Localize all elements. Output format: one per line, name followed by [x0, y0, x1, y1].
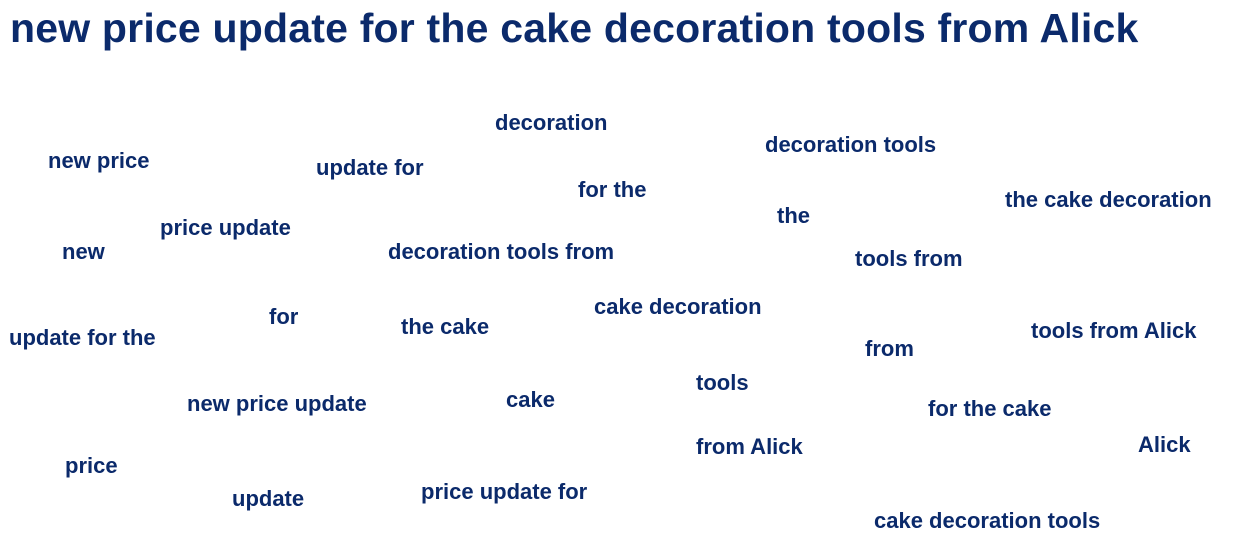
phrase-label: for the: [578, 177, 647, 202]
phrase-label: tools from Alick: [1031, 318, 1197, 343]
phrase-label: decoration tools: [765, 132, 937, 157]
phrase-label: the cake decoration: [1005, 187, 1212, 212]
phrase-label: Alick: [1138, 432, 1191, 457]
phrase-label: price update for: [421, 479, 588, 504]
phrase-label: the: [777, 203, 810, 228]
phrase-label: update: [232, 486, 305, 511]
phrase-label: cake decoration: [594, 294, 762, 319]
phrase-label: the cake: [401, 314, 490, 339]
phrase-label: price update: [160, 215, 291, 240]
phrase-label: update for the: [9, 325, 156, 350]
phrase-cloud: decoration new price update for decorati…: [0, 0, 1247, 549]
phrase-label: tools from: [855, 246, 963, 271]
phrase-label: tools: [696, 370, 749, 395]
phrase-label: price: [65, 453, 118, 478]
phrase-label: new price update: [187, 391, 367, 416]
phrase-label: cake decoration tools: [874, 508, 1101, 533]
phrase-label: from Alick: [696, 434, 803, 459]
phrase-label: cake: [506, 387, 555, 412]
phrase-label: for: [269, 304, 299, 329]
phrase-label: for the cake: [928, 396, 1052, 421]
phrase-label: decoration: [495, 110, 608, 135]
phrase-label: new: [62, 239, 105, 264]
phrase-label: update for: [316, 155, 424, 180]
phrase-label: decoration tools from: [388, 239, 615, 264]
phrase-label: new price: [48, 148, 150, 173]
phrase-label: from: [865, 336, 914, 361]
